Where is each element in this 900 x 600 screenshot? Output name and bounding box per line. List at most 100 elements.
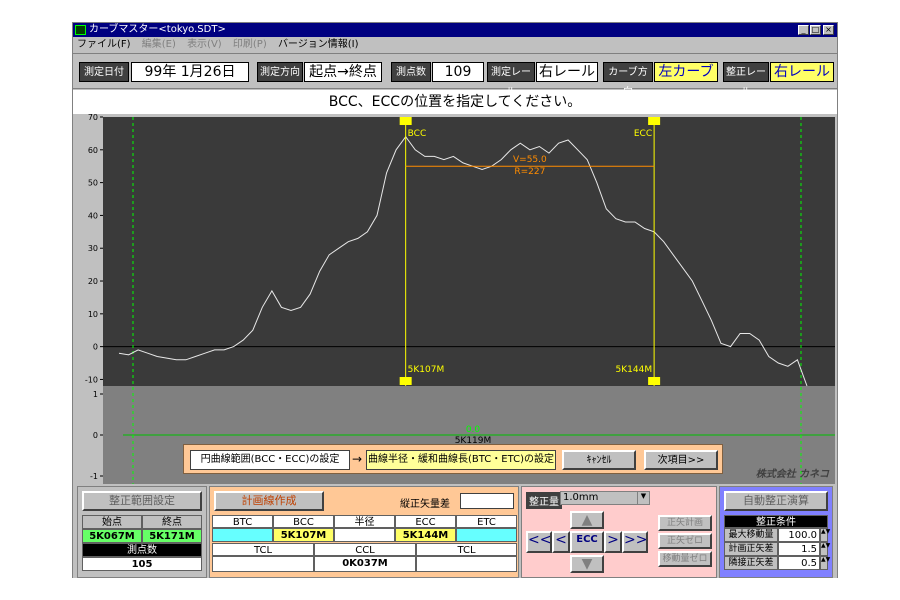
bottom-panels: 整正範囲設定 始点 終点 5K067M 5K171M 測点数 105 計画線作成… xyxy=(73,486,837,578)
auto-calc-button[interactable]: 自動整正演算 xyxy=(724,491,828,511)
plan-header-tcl2: TCL xyxy=(416,543,517,556)
rail-value: 右レール xyxy=(536,62,598,82)
adjacent-diff-spinner[interactable]: ▲▼ xyxy=(820,556,830,570)
plan-value-ccl: 0K037M xyxy=(314,556,416,572)
marker-label: ECC xyxy=(634,129,652,139)
lower-center-value: 0.0 xyxy=(466,425,481,435)
range-count-label: 測点数 xyxy=(82,543,202,557)
menu-print[interactable]: 印刷(P) xyxy=(233,39,267,50)
menu-version[interactable]: バージョン情報(I) xyxy=(278,39,359,50)
step-radius[interactable]: 曲線半径・緩和曲線長(BTC・ETC)の設定 xyxy=(366,450,556,470)
info-bar: 測定日付 99年 1月26日 測定方向 起点→終点 測点数 109 測定レール … xyxy=(73,53,837,98)
marker-bottom-handle xyxy=(648,377,661,385)
control-panel: 整正量 1.0mm ▼ ▲ << < ECC > >> ▼ 正矢計画 正矢ゼロ 移… xyxy=(521,486,717,578)
menu-bar: ファイル(F) 編集(E) 表示(V) 印刷(P) バージョン情報(I) xyxy=(73,37,837,53)
max-move-spinner[interactable]: ▲▼ xyxy=(820,528,830,542)
left-button[interactable]: < xyxy=(552,531,570,553)
y-tick-label: 0 xyxy=(93,343,98,352)
range-set-button[interactable]: 整正範囲設定 xyxy=(82,491,202,511)
plan-header-radius: 半径 xyxy=(334,515,395,528)
cancel-button[interactable]: ｷｬﾝｾﾙ xyxy=(562,450,636,470)
plan-panel: 計画線作成 縦正矢量差 BTC BCC 半径 ECC ETC 5K107M 5K… xyxy=(209,486,519,578)
marker-bottom-label: 5K107M xyxy=(408,365,445,375)
date-value: 99年 1月26日 xyxy=(131,62,249,82)
range-start-value: 5K067M xyxy=(82,529,142,543)
plan-diff-label: 計画正矢差 xyxy=(724,542,778,556)
points-value: 109 xyxy=(432,62,484,82)
plan-create-button[interactable]: 計画線作成 xyxy=(214,491,324,511)
marker-bottom-handle xyxy=(399,377,412,385)
adjacent-diff-label: 隣接正矢差 xyxy=(724,556,778,570)
amount-value: 1.0mm xyxy=(563,492,599,503)
maximize-button[interactable]: □ xyxy=(810,25,821,35)
plan-value-tcl2 xyxy=(416,556,517,572)
adjacent-diff-value[interactable]: 0.5 xyxy=(778,556,820,570)
marker-bottom-label: 5K144M xyxy=(616,365,653,375)
menu-edit[interactable]: 編集(E) xyxy=(142,39,176,50)
move-zero-button[interactable]: 移動量ゼロ xyxy=(658,551,712,567)
range-end-label: 終点 xyxy=(142,515,202,529)
curve-label: カーブ方向 xyxy=(603,62,653,98)
next-button[interactable]: 次項目>> xyxy=(644,450,718,470)
annotation-r: R=227 xyxy=(514,167,545,177)
upper-plot-bg xyxy=(103,117,835,386)
company-logo: 株式会社 カネコ xyxy=(755,469,829,480)
plan-value-ecc: 5K144M xyxy=(395,528,456,542)
adjust-value: 右レール xyxy=(770,62,834,82)
vertical-diff-label: 縦正矢量差 xyxy=(400,499,450,510)
auto-conditions-title: 整正条件 xyxy=(724,515,828,528)
far-right-button[interactable]: >> xyxy=(622,531,648,553)
action-bar: 円曲線範囲(BCC・ECC)の設定 → 曲線半径・緩和曲線長(BTC・ETC)の… xyxy=(183,444,723,474)
plan-value-etc xyxy=(456,528,517,542)
up-arrow-button[interactable]: ▲ xyxy=(570,511,604,529)
range-count-value: 105 xyxy=(82,557,202,571)
y-tick-label: 40 xyxy=(88,211,98,220)
marker-top-handle xyxy=(648,117,661,125)
close-button[interactable]: × xyxy=(823,25,834,35)
auto-panel: 自動整正演算 整正条件 最大移動量 100.0 ▲▼ 計画正矢差 1.5 ▲▼ … xyxy=(719,486,833,578)
range-end-value: 5K171M xyxy=(142,529,202,543)
range-start-label: 始点 xyxy=(82,515,142,529)
plan-header-bcc: BCC xyxy=(273,515,334,528)
plan-header-btc: BTC xyxy=(212,515,273,528)
chart-area[interactable]: 70 60 50 40 30 20 10 0 -10 1 0 -1 0.0 5K119M BCC 5K107M… xyxy=(73,114,837,486)
minimize-button[interactable]: _ xyxy=(798,25,809,35)
y-tick-label: -10 xyxy=(85,375,98,384)
plan-header-etc: ETC xyxy=(456,515,517,528)
down-arrow-button[interactable]: ▼ xyxy=(570,555,604,573)
plan-header-tcl1: TCL xyxy=(212,543,314,556)
plan-value-btc xyxy=(212,528,273,542)
title-bar: カーブマスター<tokyo.SDT> _ □ × xyxy=(73,23,837,37)
instruction-text: BCC、ECCの位置を指定してください。 xyxy=(73,90,837,114)
plan-header-ecc: ECC xyxy=(395,515,456,528)
plan-value-radius xyxy=(334,528,395,542)
plan-value-bcc: 5K107M xyxy=(273,528,334,542)
amount-label: 整正量 xyxy=(526,492,562,509)
plan-diff-spinner[interactable]: ▲▼ xyxy=(820,542,830,556)
vertical-diff-field[interactable] xyxy=(460,493,514,509)
range-panel: 整正範囲設定 始点 終点 5K067M 5K171M 測点数 105 xyxy=(77,486,207,578)
versine-zero-button[interactable]: 正矢ゼロ xyxy=(658,533,712,549)
dropdown-arrow-icon[interactable]: ▼ xyxy=(637,492,649,504)
far-left-button[interactable]: << xyxy=(526,531,552,553)
step-bcc-ecc[interactable]: 円曲線範囲(BCC・ECC)の設定 xyxy=(190,450,350,470)
right-button[interactable]: > xyxy=(604,531,622,553)
y-tick-label: 50 xyxy=(88,179,98,188)
plan-versine-button[interactable]: 正矢計画 xyxy=(658,515,712,531)
ecc-button[interactable]: ECC xyxy=(570,531,604,553)
y-tick-label: 20 xyxy=(88,277,98,286)
plan-diff-value[interactable]: 1.5 xyxy=(778,542,820,556)
menu-file[interactable]: ファイル(F) xyxy=(77,39,131,50)
rail-label: 測定レール xyxy=(487,62,535,98)
max-move-value[interactable]: 100.0 xyxy=(778,528,820,542)
app-window: カーブマスター<tokyo.SDT> _ □ × ファイル(F) 編集(E) 表… xyxy=(72,22,838,578)
amount-select[interactable]: 1.0mm ▼ xyxy=(560,491,650,505)
y-tick-label: 30 xyxy=(88,244,98,253)
menu-view[interactable]: 表示(V) xyxy=(187,39,222,50)
adjust-label: 整正レール xyxy=(723,62,769,98)
chart-svg[interactable]: 706050403020100-1010-10.05K119MBCC5K107M… xyxy=(73,114,837,486)
plan-header-ccl: CCL xyxy=(314,543,416,556)
step-arrow: → xyxy=(352,452,363,466)
max-move-label: 最大移動量 xyxy=(724,528,778,542)
y-tick-label: 10 xyxy=(88,310,98,319)
